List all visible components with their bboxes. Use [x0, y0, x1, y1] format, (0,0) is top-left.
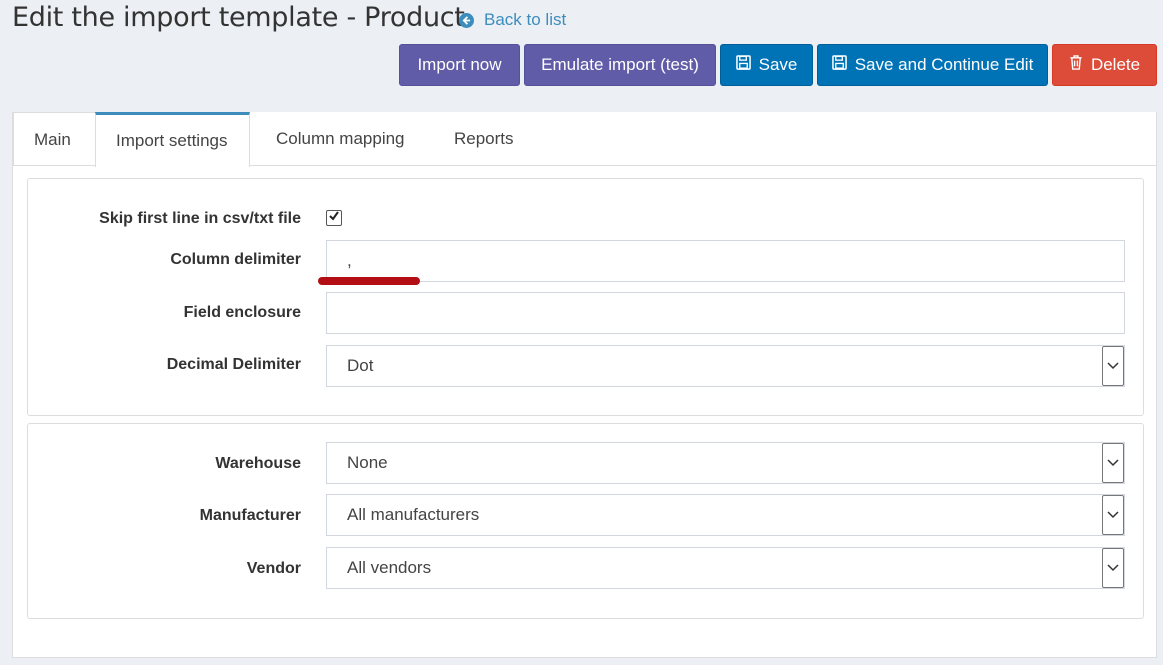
- chevron-down-icon: [1102, 346, 1124, 386]
- tab-panel: Main Import settings Column mapping Repo…: [12, 112, 1157, 658]
- tab-column-mapping[interactable]: Column mapping: [250, 112, 428, 166]
- field-enclosure-input[interactable]: [326, 292, 1125, 334]
- tab-column-mapping-label: Column mapping: [276, 129, 405, 148]
- save-continue-label: Save and Continue Edit: [854, 55, 1034, 74]
- manufacturer-label: Manufacturer: [199, 507, 301, 524]
- toolbar: Import now Emulate import (test) Save Sa…: [399, 44, 1157, 86]
- emulate-import-button[interactable]: Emulate import (test): [524, 44, 716, 86]
- checkmark-icon: [328, 209, 340, 227]
- save-label: Save: [758, 55, 798, 74]
- tab-import-settings-label: Import settings: [116, 131, 228, 150]
- column-delimiter-value: ,: [347, 251, 352, 270]
- tab-main-label: Main: [34, 129, 71, 149]
- page-title: Edit the import template - Product: [12, 2, 465, 33]
- tab-main[interactable]: Main: [13, 112, 95, 166]
- emulate-import-label: Emulate import (test): [541, 55, 699, 74]
- chevron-down-icon: [1102, 495, 1124, 535]
- manufacturer-value: All manufacturers: [347, 505, 480, 524]
- decimal-delimiter-select[interactable]: Dot: [326, 345, 1125, 387]
- back-to-list-label: Back to list: [484, 10, 567, 29]
- skip-first-line-checkbox[interactable]: [326, 210, 342, 226]
- delete-label: Delete: [1090, 55, 1141, 74]
- vendor-label: Vendor: [246, 560, 301, 577]
- import-filters-box: Warehouse None Manufacturer All manufact…: [27, 423, 1144, 619]
- tab-import-settings[interactable]: Import settings: [95, 112, 250, 167]
- trash-icon: [1069, 55, 1083, 75]
- floppy-disk-icon: [735, 55, 751, 75]
- tab-bar: Main Import settings Column mapping Repo…: [13, 112, 1156, 167]
- warehouse-value: None: [347, 453, 388, 472]
- manufacturer-select[interactable]: All manufacturers: [326, 494, 1125, 536]
- decimal-delimiter-label: Decimal Delimiter: [166, 356, 301, 373]
- tab-reports[interactable]: Reports: [428, 112, 534, 166]
- vendor-select[interactable]: All vendors: [326, 547, 1125, 589]
- import-now-label: Import now: [417, 55, 502, 74]
- arrow-left-circle-icon: [459, 12, 474, 28]
- warehouse-select[interactable]: None: [326, 442, 1125, 484]
- import-settings-box: Skip first line in csv/txt file Column d…: [27, 178, 1144, 416]
- back-to-list-link[interactable]: Back to list: [459, 10, 566, 30]
- skip-first-line-label: Skip first line in csv/txt file: [99, 210, 301, 227]
- decimal-delimiter-value: Dot: [347, 356, 374, 375]
- column-delimiter-input[interactable]: ,: [326, 240, 1125, 282]
- save-button[interactable]: Save: [720, 44, 813, 86]
- import-now-button[interactable]: Import now: [399, 44, 520, 86]
- floppy-disk-icon: [831, 55, 847, 75]
- vendor-value: All vendors: [347, 558, 432, 577]
- chevron-down-icon: [1102, 443, 1124, 483]
- column-delimiter-label: Column delimiter: [170, 251, 301, 268]
- tab-reports-label: Reports: [454, 129, 514, 148]
- field-enclosure-label: Field enclosure: [183, 304, 301, 321]
- delete-button[interactable]: Delete: [1052, 44, 1157, 86]
- red-annotation-underline: [318, 277, 420, 285]
- save-continue-button[interactable]: Save and Continue Edit: [817, 44, 1048, 86]
- chevron-down-icon: [1102, 548, 1124, 588]
- warehouse-label: Warehouse: [215, 455, 301, 472]
